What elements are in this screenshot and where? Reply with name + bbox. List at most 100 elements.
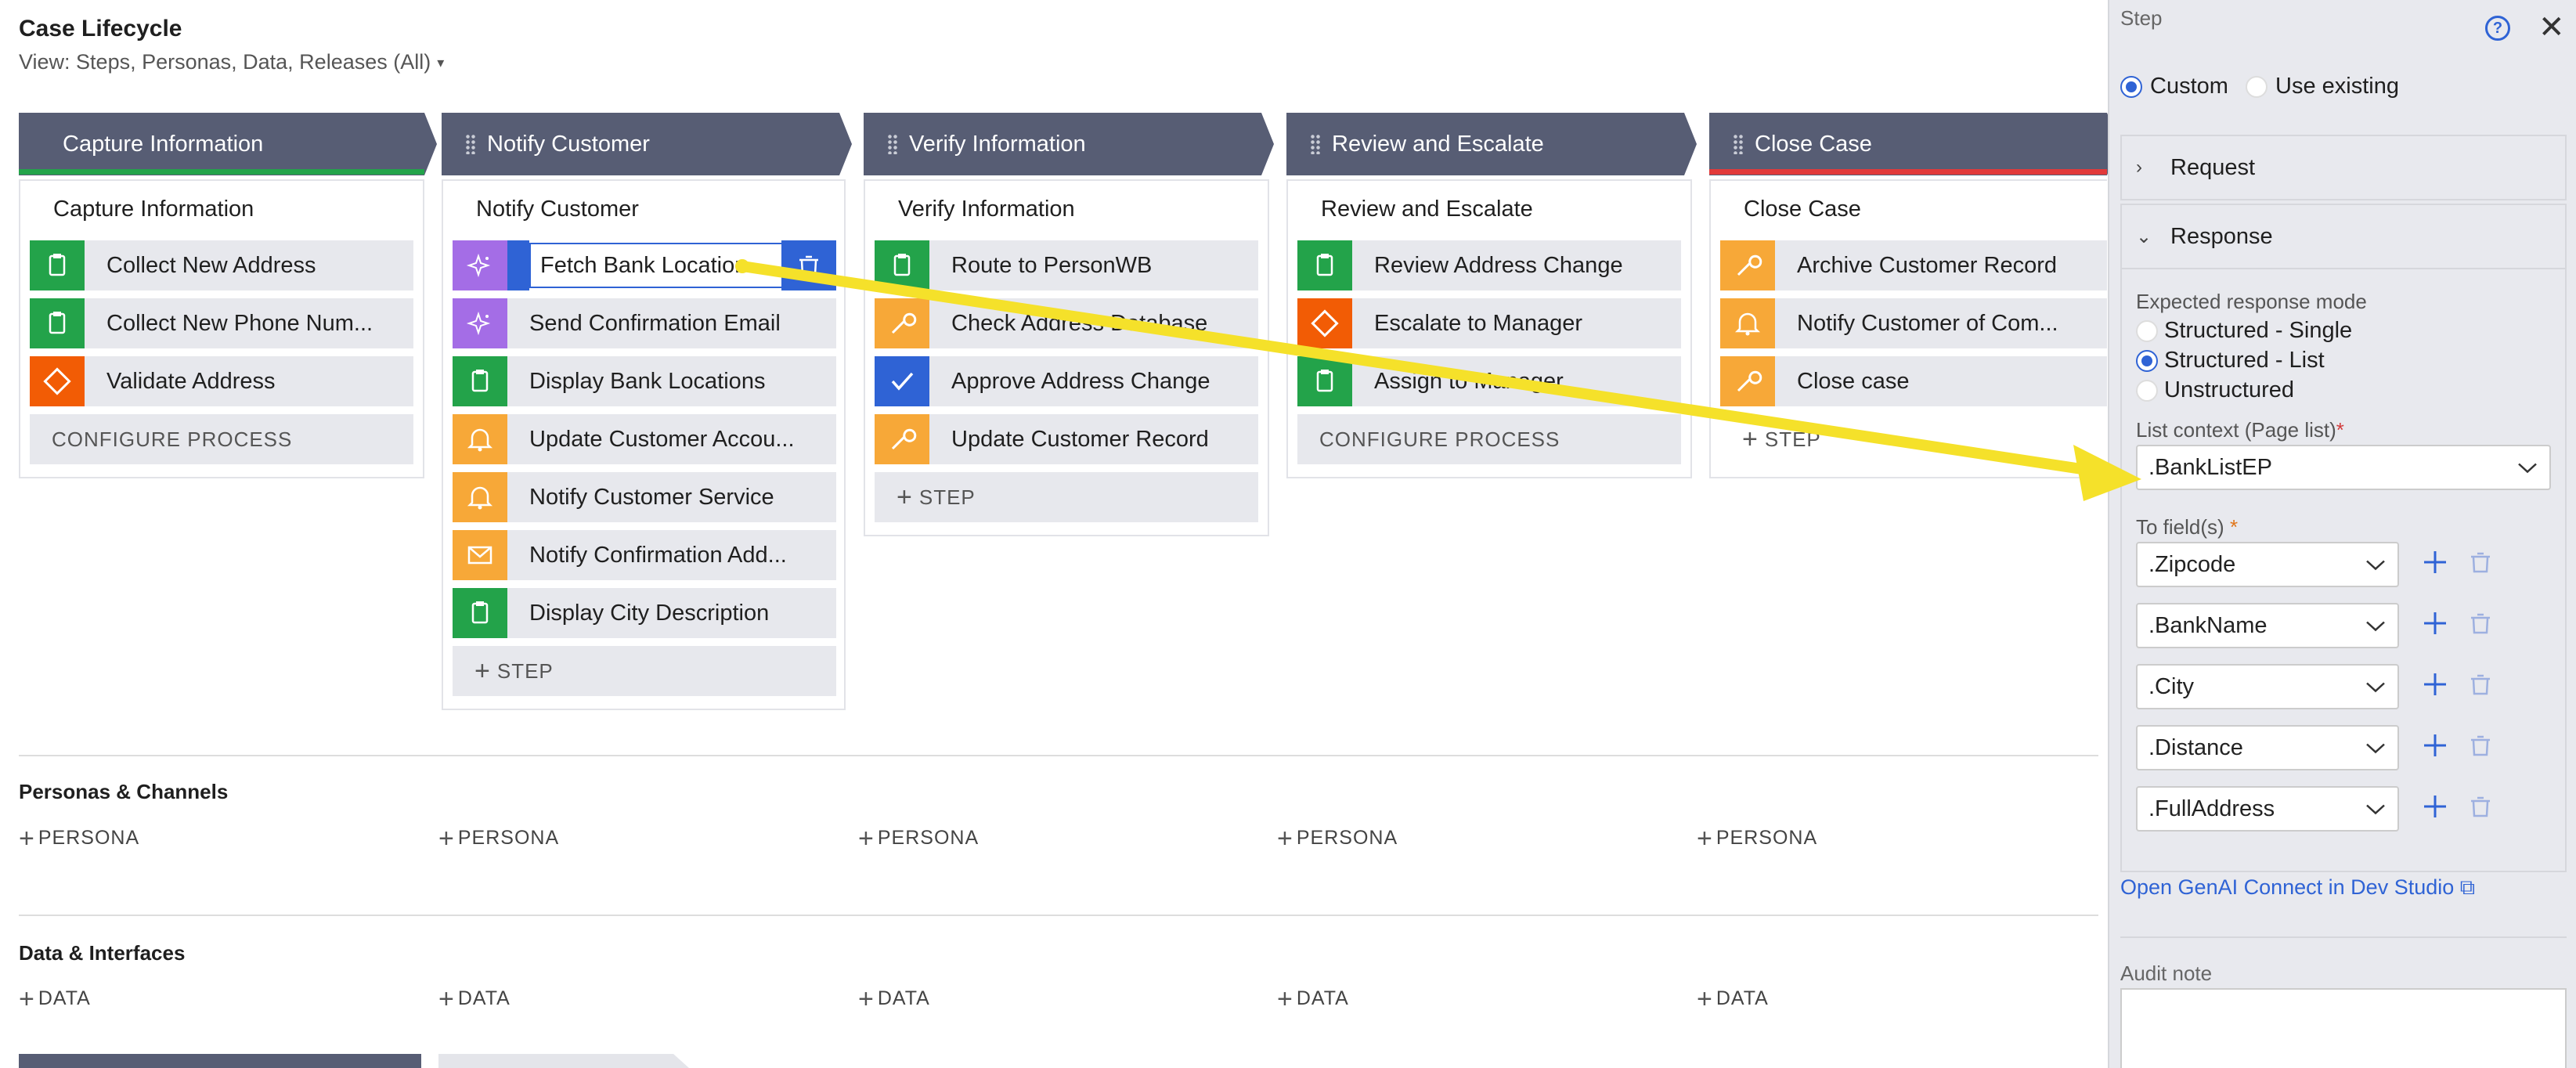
to-fields-label: To field(s) * — [2136, 515, 2238, 539]
to-field-select[interactable]: .FullAddress — [2136, 786, 2399, 832]
stage-notify-customer[interactable]: Notify Customer — [442, 113, 852, 175]
step-item[interactable]: Approve Address Change — [875, 356, 1258, 406]
caret-down-icon: ▾ — [437, 55, 445, 71]
step-name-input[interactable]: Fetch Bank Location — [529, 243, 783, 288]
trash-icon[interactable] — [2465, 608, 2496, 643]
to-field-select[interactable]: .Zipcode — [2136, 542, 2399, 587]
step-item[interactable]: Send Confirmation Email — [453, 298, 836, 348]
step-item[interactable]: Escalate to Manager — [1297, 298, 1681, 348]
step-item[interactable]: Assign to Manager — [1297, 356, 1681, 406]
step-item[interactable]: Validate Address — [30, 356, 413, 406]
close-icon[interactable]: ✕ — [2538, 9, 2565, 45]
add-data-label: DATA — [1296, 987, 1349, 1010]
envelope-icon — [453, 530, 507, 580]
radio-custom[interactable]: Custom — [2120, 74, 2228, 99]
mode-option[interactable]: Unstructured — [2136, 377, 2294, 403]
add-data-button[interactable]: + DATA — [19, 984, 91, 1015]
step-item[interactable]: Close case — [1720, 356, 2107, 406]
step-item[interactable]: Update Customer Record — [875, 414, 1258, 464]
trash-icon[interactable] — [2465, 547, 2496, 582]
step-label: Display Bank Locations — [529, 368, 766, 394]
list-context-select[interactable]: .BankListEP — [2136, 445, 2551, 490]
add-step-button[interactable]: + STEP — [453, 646, 836, 696]
step-item[interactable]: Notify Customer of Com... — [1720, 298, 2107, 348]
step-item[interactable]: Route to PersonWB — [875, 240, 1258, 290]
step-item[interactable]: Check Address Database — [875, 298, 1258, 348]
response-accordion[interactable]: ⌄ Response — [2120, 204, 2567, 269]
list-context-value: .BankListEP — [2148, 454, 2272, 480]
audit-note-textarea[interactable] — [2120, 988, 2567, 1068]
mode-option[interactable]: Structured - List — [2136, 348, 2325, 373]
step-item[interactable]: Collect New Address — [30, 240, 413, 290]
add-data-button[interactable]: + DATA — [858, 984, 930, 1015]
step-label: Approve Address Change — [951, 368, 1210, 394]
chevron-down-icon — [2365, 613, 2387, 639]
trash-icon[interactable] — [2465, 730, 2496, 765]
stage-close-case[interactable]: Close Case — [1709, 113, 2116, 175]
radio-use-existing[interactable]: Use existing — [2246, 74, 2399, 99]
step-item[interactable]: Archive Customer Record — [1720, 240, 2107, 290]
drag-handle-icon[interactable] — [465, 134, 476, 154]
view-filter-label: View: Steps, Personas, Data, Releases (A… — [19, 50, 431, 74]
to-field-select[interactable]: .Distance — [2136, 725, 2399, 770]
add-persona-button[interactable]: + PERSONA — [438, 824, 559, 854]
to-field-select[interactable]: .BankName — [2136, 603, 2399, 648]
add-data-button[interactable]: + DATA — [438, 984, 511, 1015]
add-persona-label: PERSONA — [1296, 827, 1398, 850]
add-field-icon[interactable] — [2419, 608, 2451, 643]
drag-handle-icon[interactable] — [1733, 134, 1744, 154]
add-persona-label: PERSONA — [877, 827, 980, 850]
release-bar — [19, 1054, 421, 1068]
mode-option[interactable]: Structured - Single — [2136, 318, 2352, 344]
configure-process-button[interactable]: CONFIGURE PROCESS — [1297, 414, 1681, 464]
open-genai-connect-link[interactable]: Open GenAI Connect in Dev Studio ⧉ — [2120, 875, 2475, 900]
step-label: Update Customer Accou... — [529, 426, 795, 452]
add-persona-button[interactable]: + PERSONA — [1697, 824, 1817, 854]
step-item[interactable]: Collect New Phone Num... — [30, 298, 413, 348]
drag-handle-icon[interactable] — [887, 134, 898, 154]
step-item[interactable]: Notify Customer Service — [453, 472, 836, 522]
stage-review-and-escalate[interactable]: Review and Escalate — [1286, 113, 1697, 175]
trash-icon[interactable] — [2465, 791, 2496, 826]
add-field-icon[interactable] — [2419, 791, 2451, 826]
step-label: Escalate to Manager — [1374, 310, 1582, 336]
help-icon[interactable]: ? — [2485, 16, 2510, 41]
drag-handle-icon[interactable] — [1310, 134, 1321, 154]
add-step-label: STEP — [496, 658, 554, 683]
add-step-button[interactable]: + STEP — [875, 472, 1258, 522]
stage-label: Capture Information — [63, 131, 264, 157]
step-item-editing[interactable]: Fetch Bank Location — [453, 240, 836, 290]
mode-option-label: Unstructured — [2164, 377, 2295, 402]
stage-verify-information[interactable]: Verify Information — [864, 113, 1274, 175]
process-title: Verify Information — [898, 197, 1075, 222]
step-label: Send Confirmation Email — [529, 310, 781, 336]
section-divider — [19, 755, 2098, 756]
step-item[interactable]: Update Customer Accou... — [453, 414, 836, 464]
step-item[interactable]: Display City Description — [453, 588, 836, 638]
add-field-icon[interactable] — [2419, 547, 2451, 582]
add-field-icon[interactable] — [2419, 669, 2451, 704]
trash-icon[interactable] — [781, 240, 836, 290]
request-accordion[interactable]: › Request — [2120, 135, 2567, 200]
add-data-button[interactable]: + DATA — [1277, 984, 1349, 1015]
add-data-button[interactable]: + DATA — [1697, 984, 1769, 1015]
clipboard-icon — [1297, 240, 1352, 290]
stage-capture-information[interactable]: Capture Information — [19, 113, 437, 175]
step-item[interactable]: Review Address Change — [1297, 240, 1681, 290]
configure-process-button[interactable]: CONFIGURE PROCESS — [30, 414, 413, 464]
add-field-icon[interactable] — [2419, 730, 2451, 765]
step-label: Collect New Address — [106, 252, 316, 278]
add-step-button[interactable]: + STEP — [1720, 414, 2107, 464]
personas-section-title: Personas & Channels — [19, 780, 229, 803]
add-persona-button[interactable]: + PERSONA — [19, 824, 139, 854]
to-field-select[interactable]: .City — [2136, 664, 2399, 709]
process-title: Capture Information — [53, 197, 254, 222]
step-item[interactable]: Display Bank Locations — [453, 356, 836, 406]
add-persona-button[interactable]: + PERSONA — [858, 824, 979, 854]
chevron-down-icon — [2365, 552, 2387, 578]
view-filter[interactable]: View: Steps, Personas, Data, Releases (A… — [19, 50, 444, 74]
add-persona-button[interactable]: + PERSONA — [1277, 824, 1398, 854]
trash-icon[interactable] — [2465, 669, 2496, 704]
step-item[interactable]: Notify Confirmation Add... — [453, 530, 836, 580]
required-marker: * — [2336, 418, 2344, 442]
